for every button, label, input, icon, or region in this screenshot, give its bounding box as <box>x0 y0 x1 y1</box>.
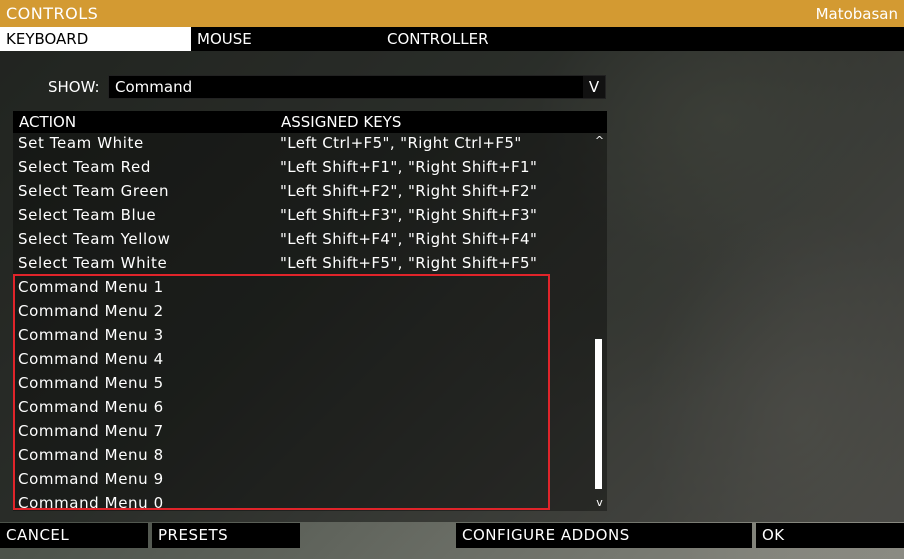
column-header-action: ACTION <box>19 113 77 131</box>
action-label: Command Menu 8 <box>18 446 164 464</box>
list-item[interactable]: Select Team Red "Left Shift+F1", "Right … <box>13 157 593 181</box>
assigned-keys: "Left Ctrl+F5", "Right Ctrl+F5" <box>280 134 522 152</box>
player-name: Matobasan <box>815 4 898 23</box>
list-item[interactable]: Set Team White "Left Ctrl+F5", "Right Ct… <box>13 133 593 157</box>
list-scrollbar[interactable]: ^ v <box>593 133 606 511</box>
title-bar: CONTROLS Matobasan <box>0 0 904 27</box>
action-label: Select Team Yellow <box>18 230 171 248</box>
action-label: Select Team White <box>18 254 168 272</box>
column-header-assigned-keys: ASSIGNED KEYS <box>281 113 402 131</box>
show-filter-dropdown[interactable]: Command V <box>108 75 606 99</box>
action-label: Command Menu 2 <box>18 302 164 320</box>
list-item[interactable]: Command Menu 4 <box>13 349 593 373</box>
action-label: Select Team Blue <box>18 206 157 224</box>
action-label: Command Menu 5 <box>18 374 164 392</box>
action-label: Set Team White <box>18 134 144 152</box>
tab-controller[interactable]: CONTROLLER <box>381 27 581 51</box>
footer-bar: CANCEL PRESETS CONFIGURE ADDONS OK <box>0 523 904 548</box>
window-title: CONTROLS <box>6 4 99 23</box>
key-binding-list: Set Team White "Left Ctrl+F5", "Right Ct… <box>13 133 607 512</box>
list-item[interactable]: Command Menu 3 <box>13 325 593 349</box>
tab-bar: KEYBOARD MOUSE CONTROLLER <box>0 27 904 51</box>
list-item[interactable]: Command Menu 2 <box>13 301 593 325</box>
scroll-up-icon[interactable]: ^ <box>593 135 606 147</box>
list-item[interactable]: Command Menu 8 <box>13 445 593 469</box>
list-item[interactable]: Command Menu 7 <box>13 421 593 445</box>
list-item[interactable]: Command Menu 1 <box>13 277 593 301</box>
action-label: Command Menu 3 <box>18 326 164 344</box>
chevron-down-icon[interactable]: V <box>583 76 605 98</box>
list-item[interactable]: Command Menu 5 <box>13 373 593 397</box>
action-label: Command Menu 6 <box>18 398 164 416</box>
action-label: Command Menu 7 <box>18 422 164 440</box>
list-item[interactable]: Select Team Blue "Left Shift+F3", "Right… <box>13 205 593 229</box>
configure-addons-button[interactable]: CONFIGURE ADDONS <box>456 523 752 548</box>
tab-keyboard[interactable]: KEYBOARD <box>0 27 191 51</box>
list-item[interactable]: Command Menu 9 <box>13 469 593 493</box>
list-header: ACTION ASSIGNED KEYS <box>13 111 607 133</box>
list-item[interactable]: Command Menu 6 <box>13 397 593 421</box>
list-item[interactable]: Select Team White "Left Shift+F5", "Righ… <box>13 253 593 277</box>
action-label: Command Menu 1 <box>18 278 164 296</box>
list-item[interactable]: Command Menu 0 <box>13 493 593 517</box>
assigned-keys: "Left Shift+F3", "Right Shift+F3" <box>280 206 538 224</box>
ok-button[interactable]: OK <box>756 523 904 548</box>
list-item[interactable]: Select Team Green "Left Shift+F2", "Righ… <box>13 181 593 205</box>
show-filter-value: Command <box>115 78 193 96</box>
assigned-keys: "Left Shift+F2", "Right Shift+F2" <box>280 182 538 200</box>
action-label: Select Team Green <box>18 182 170 200</box>
assigned-keys: "Left Shift+F5", "Right Shift+F5" <box>280 254 538 272</box>
action-label: Command Menu 0 <box>18 494 164 512</box>
presets-button[interactable]: PRESETS <box>152 523 300 548</box>
list-item[interactable]: Select Team Yellow "Left Shift+F4", "Rig… <box>13 229 593 253</box>
tab-mouse[interactable]: MOUSE <box>191 27 381 51</box>
action-label: Command Menu 4 <box>18 350 164 368</box>
show-filter-label: SHOW: <box>48 78 100 96</box>
cancel-button[interactable]: CANCEL <box>0 523 148 548</box>
action-label: Select Team Red <box>18 158 151 176</box>
assigned-keys: "Left Shift+F1", "Right Shift+F1" <box>280 158 538 176</box>
assigned-keys: "Left Shift+F4", "Right Shift+F4" <box>280 230 538 248</box>
scroll-down-icon[interactable]: v <box>593 497 606 509</box>
action-label: Command Menu 9 <box>18 470 164 488</box>
scrollbar-thumb[interactable] <box>595 339 602 489</box>
